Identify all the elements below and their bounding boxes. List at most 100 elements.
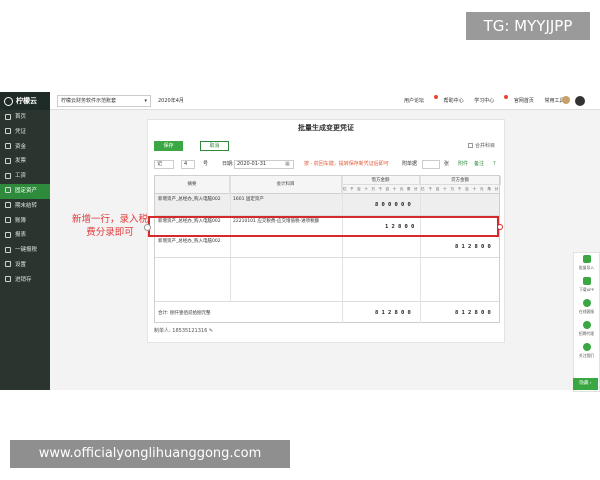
sidebar-item-label: 设置 xyxy=(15,261,27,268)
sidebar-item-label: 发票 xyxy=(15,158,27,165)
checkbox-icon xyxy=(468,143,473,148)
digit-header-cell: 元 xyxy=(399,187,404,191)
right-toolbar: 批量导入 下载APP 在线客服 招聘代理 关注我们 xyxy=(573,252,600,392)
row-summary[interactable]: 新增资产_总经办_购入电脑002 xyxy=(158,196,221,202)
download-app-button[interactable]: 下载APP xyxy=(574,275,599,297)
tip-text: 按 · 前回车键，提转保存新凭证后即可 xyxy=(304,161,389,167)
nav-forum[interactable]: 用户论坛 xyxy=(404,95,439,104)
coin-icon[interactable] xyxy=(562,96,570,104)
row-account[interactable]: 1601 固定资产 xyxy=(233,196,264,202)
sidebar: 首页 凭证 资金 发票 工资 固定资产 期末结转 账簿 报表 一键报税 设置 进… xyxy=(0,110,50,390)
sidebar-item-inventory[interactable]: 进销存 xyxy=(0,273,50,288)
batch-import-button[interactable]: 批量导入 xyxy=(574,253,599,275)
digit-header-cell: 十 xyxy=(364,187,368,191)
edit-icon[interactable]: ✎ xyxy=(209,328,213,334)
table-row[interactable]: 新增资产_总经办_购入电脑002 812800 xyxy=(155,236,499,258)
voucher-word-value: 记 xyxy=(157,161,163,167)
row-credit-amount[interactable]: 812800 xyxy=(455,244,494,250)
digit-header-cell: 角 xyxy=(487,187,491,191)
voucher-table: 摘要 会计科目 借方金额 贷方金额 亿千百十万千百十元角分 亿千百十万千百十元角… xyxy=(154,175,501,323)
nav-learn-label: 学习中心 xyxy=(474,98,495,104)
maker-label: 制单人: 18535121316 ✎ xyxy=(154,327,213,334)
header-debit: 借方金额 xyxy=(342,176,420,185)
nav-home[interactable]: 官网首页 xyxy=(514,98,534,104)
top-bar: 柠檬云 柠檬云财务软件示范账套 ▾ 2020年4月 用户论坛 帮助中心 学习中心 … xyxy=(0,92,600,110)
sidebar-item-salary[interactable]: 工资 xyxy=(0,169,50,184)
fund-icon xyxy=(5,143,11,150)
digit-header-cell: 元 xyxy=(479,187,484,191)
note-link[interactable]: 备注 xyxy=(474,159,484,170)
sidebar-item-report[interactable]: 报表 xyxy=(0,228,50,243)
row-summary[interactable]: 新增资产_总经办_购入电脑002 xyxy=(158,238,221,244)
hide-toolbar-button[interactable]: 隐藏 › xyxy=(573,378,598,390)
page-title: 批量生成变更凭证 xyxy=(298,124,354,132)
nav-forum-label: 用户论坛 xyxy=(404,98,425,104)
attachment-link[interactable]: 附件 xyxy=(458,159,468,170)
delete-row-icon[interactable] xyxy=(497,224,503,230)
table-row[interactable]: 新增资产_总经办_购入电脑002 1601 固定资产 800000 xyxy=(155,194,499,216)
screenshot: TG: MYYJJPP 柠檬云 柠檬云财务软件示范账套 ▾ 2020年4月 用户论… xyxy=(0,0,600,480)
app-window: 柠檬云 柠檬云财务软件示范账套 ▾ 2020年4月 用户论坛 帮助中心 学习中心 … xyxy=(0,92,600,392)
digit-header-cell: 百 xyxy=(357,187,361,191)
nav-help[interactable]: 帮助中心 xyxy=(444,98,464,104)
asset-icon xyxy=(5,187,11,194)
digit-header-cell: 万 xyxy=(371,187,375,191)
row-debit-amount[interactable]: 800000 xyxy=(375,202,414,208)
cancel-button[interactable]: 取消 xyxy=(200,141,229,151)
follow-us-button[interactable]: 关注我们 xyxy=(574,341,599,363)
sidebar-item-settings[interactable]: 设置 xyxy=(0,258,50,273)
company-select-value: 柠檬云财务软件示范账套 xyxy=(61,98,117,104)
company-select[interactable]: 柠檬云财务软件示范账套 ▾ xyxy=(57,95,151,107)
column-divider xyxy=(230,176,231,302)
date-value: 2020-01-31 xyxy=(237,161,267,167)
sidebar-item-invoice[interactable]: 发票 xyxy=(0,154,50,169)
sidebar-item-home[interactable]: 首页 xyxy=(0,110,50,125)
user-avatar-icon[interactable] xyxy=(575,96,585,106)
highlight-box xyxy=(148,216,499,237)
period-end-icon xyxy=(5,202,11,209)
invoice-icon xyxy=(5,157,11,164)
sidebar-item-voucher[interactable]: 凭证 xyxy=(0,125,50,140)
header-account: 会计科目 xyxy=(230,176,342,194)
digit-header-cell: 千 xyxy=(350,187,354,191)
sidebar-item-label: 固定资产 xyxy=(15,187,38,194)
nav-learn[interactable]: 学习中心 xyxy=(474,95,509,104)
help-icon[interactable]: ? xyxy=(493,159,496,170)
service-icon xyxy=(582,299,591,307)
digit-header-cell: 百 xyxy=(435,187,440,191)
total-debit-amount: 812800 xyxy=(375,310,415,316)
digit-header-cell: 十 xyxy=(443,187,447,191)
ledger-icon xyxy=(5,217,11,224)
save-button[interactable]: 保存 xyxy=(154,141,183,151)
digit-header-cell: 分 xyxy=(494,187,499,191)
total-label: 合计: 捌仟壹佰贰拾捌元整 xyxy=(158,311,211,316)
merge-accounts-checkbox[interactable]: 合并科目 xyxy=(468,142,495,149)
digit-header-cell: 千 xyxy=(428,187,432,191)
table-row[interactable] xyxy=(155,258,499,302)
voucher-number-input[interactable]: 4 xyxy=(181,160,195,169)
sidebar-item-label: 资金 xyxy=(15,143,27,150)
report-icon xyxy=(5,231,11,238)
sidebar-item-fund[interactable]: 资金 xyxy=(0,140,50,155)
app-icon xyxy=(582,277,591,285)
app-logo[interactable]: 柠檬云 xyxy=(0,92,50,110)
recruit-icon xyxy=(582,321,591,329)
sidebar-item-fixed-assets[interactable]: 固定资产 xyxy=(0,183,50,199)
sidebar-item-ledger[interactable]: 账簿 xyxy=(0,214,50,229)
sidebar-item-label: 凭证 xyxy=(15,128,27,135)
recruit-button[interactable]: 招聘代理 xyxy=(574,319,599,341)
digit-header-cell: 十 xyxy=(472,187,477,191)
sidebar-item-tax[interactable]: 一键报税 xyxy=(0,243,50,258)
tool-label: 下载APP xyxy=(579,287,594,292)
tool-label: 批量导入 xyxy=(578,265,595,270)
tool-label: 在线客服 xyxy=(578,309,595,314)
sidebar-item-period-end[interactable]: 期末结转 xyxy=(0,199,50,214)
digit-header-cell: 亿 xyxy=(343,187,347,191)
online-service-button[interactable]: 在线客服 xyxy=(574,297,599,319)
calendar-icon[interactable]: ▦ xyxy=(285,159,290,170)
voucher-word-select[interactable]: 记 xyxy=(154,160,174,169)
number-label: 号 xyxy=(203,161,209,167)
digit-header-cell: 亿 xyxy=(421,187,425,191)
watermark-top: TG: MYYJJPP xyxy=(466,12,590,40)
attachments-input[interactable] xyxy=(422,160,440,169)
